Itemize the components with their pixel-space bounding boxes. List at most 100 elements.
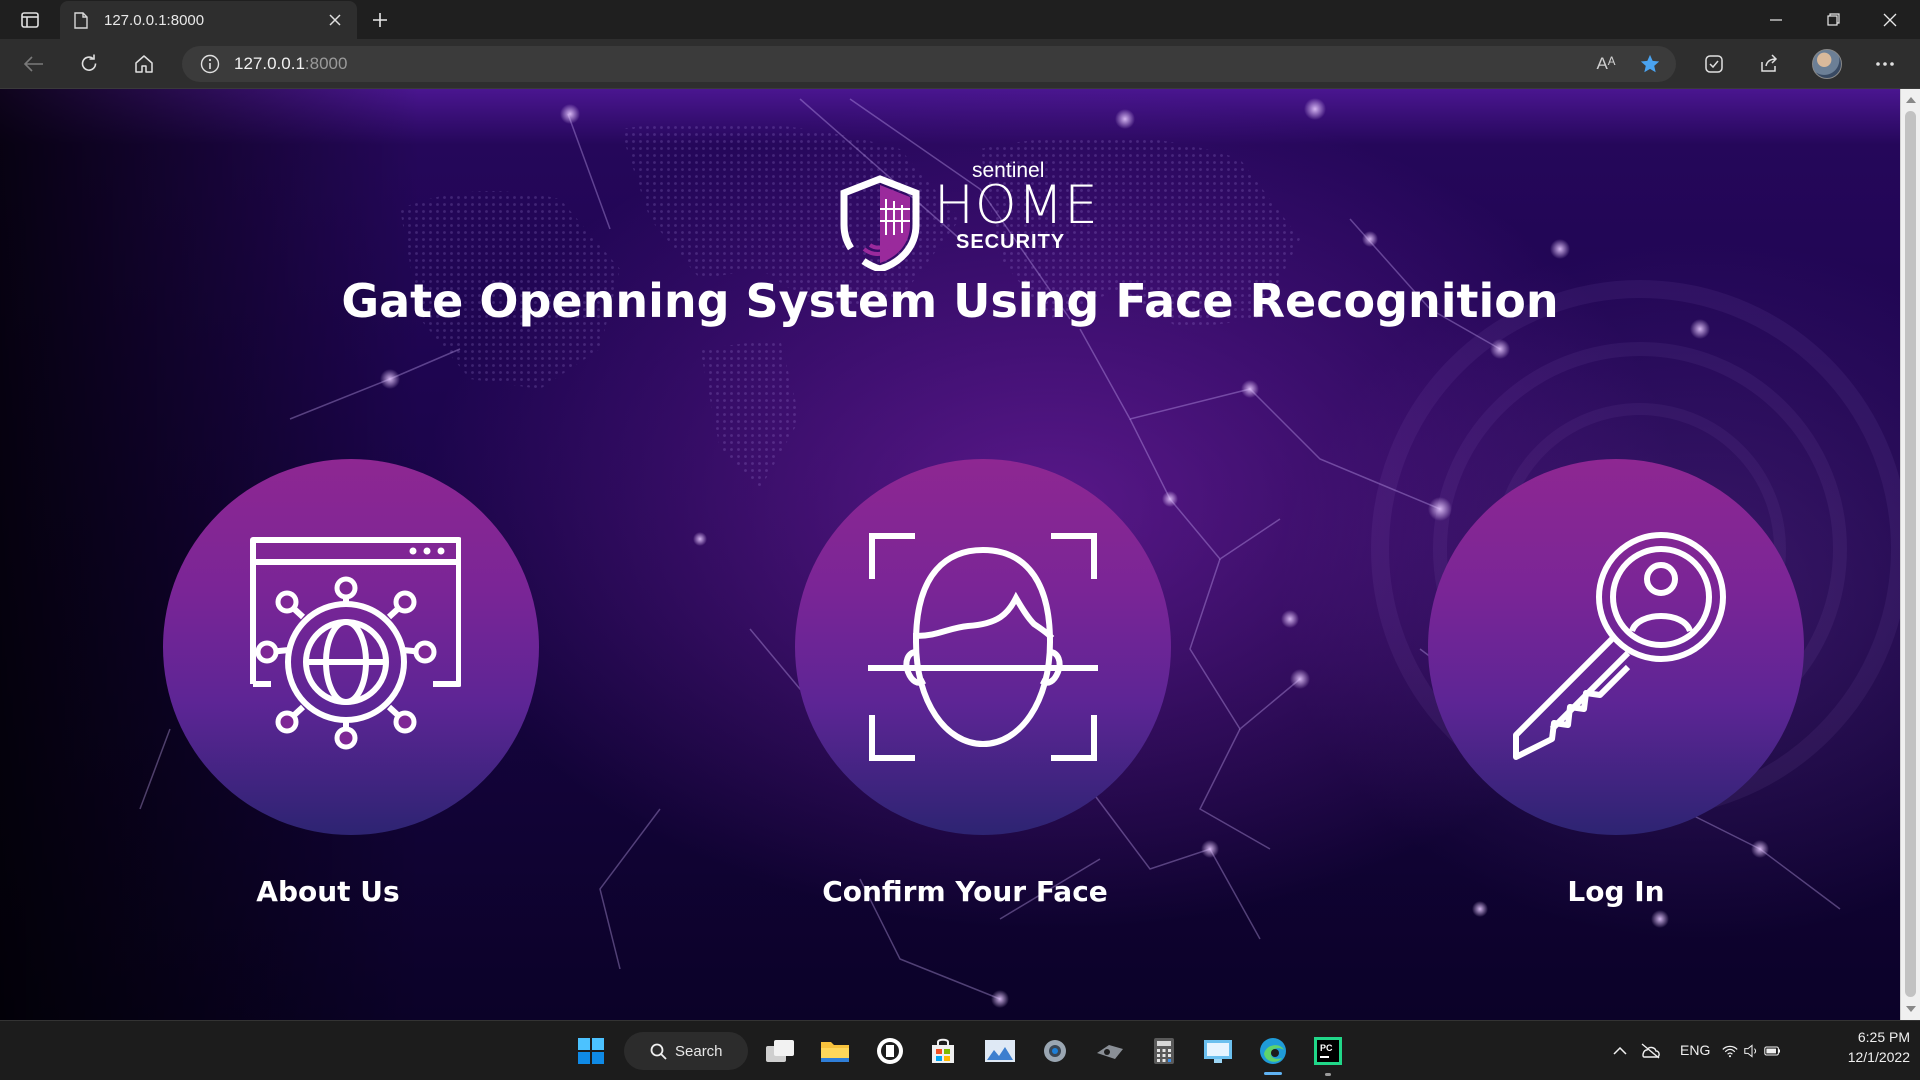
- scroll-up-icon[interactable]: [1906, 97, 1916, 103]
- info-icon: [200, 54, 220, 74]
- search-icon: [650, 1043, 667, 1060]
- svg-text:PC: PC: [1320, 1043, 1333, 1053]
- clock-time: 6:25 PM: [1857, 1029, 1910, 1045]
- edge-icon: [1260, 1038, 1286, 1064]
- page-scrollbar[interactable]: [1900, 89, 1920, 1020]
- url-port: :8000: [304, 54, 348, 73]
- browser-tab[interactable]: 127.0.0.1:8000: [60, 1, 357, 39]
- language-indicator[interactable]: ENG: [1680, 1042, 1710, 1058]
- page-title: Gate Openning System Using Face Recognit…: [341, 274, 1559, 328]
- remote-desktop-icon: [1204, 1040, 1232, 1063]
- settings-more-button[interactable]: [1867, 47, 1903, 81]
- running-app-indicator: [1325, 1073, 1331, 1076]
- logo-security-text: SECURITY: [956, 231, 1066, 253]
- user-key-icon: [1513, 532, 1726, 760]
- back-button[interactable]: [16, 47, 52, 81]
- star-icon: [1640, 54, 1660, 73]
- sentinel-home-security-logo: sentinel HOME SECURITY: [838, 159, 1099, 271]
- active-app-indicator: [1264, 1072, 1282, 1075]
- task-view-icon: [766, 1040, 794, 1062]
- task-view-button[interactable]: [760, 1031, 800, 1071]
- browser-essentials-button[interactable]: [1696, 47, 1732, 81]
- clock-date: 12/1/2022: [1847, 1049, 1910, 1065]
- remote-desktop-button[interactable]: [1198, 1031, 1238, 1071]
- logo-home-text: HOME: [934, 175, 1099, 236]
- photos-icon: [985, 1040, 1015, 1062]
- microsoft-store-button[interactable]: [923, 1031, 963, 1071]
- onedrive-button[interactable]: [1632, 1031, 1668, 1071]
- screen: 127.0.0.1:8000 127.0.0.1:8000 Aᴬ sentine…: [0, 0, 1920, 1080]
- globe-network-window-icon: [250, 537, 461, 750]
- face-scan-icon: [868, 533, 1098, 761]
- clock[interactable]: 6:25 PM 12/1/2022: [1820, 1029, 1910, 1073]
- close-icon: [1883, 13, 1897, 26]
- refresh-icon: [81, 54, 97, 71]
- shield-heart-icon: [1705, 55, 1723, 73]
- restore-icon: [1826, 13, 1840, 26]
- battery-icon: [1764, 1046, 1781, 1056]
- photos-button[interactable]: [980, 1031, 1020, 1071]
- gear-icon: [1044, 1040, 1066, 1062]
- plus-icon: [373, 13, 387, 27]
- browser-titlebar: 127.0.0.1:8000: [0, 0, 1920, 39]
- start-button[interactable]: [571, 1031, 611, 1071]
- app-button-1[interactable]: [870, 1031, 910, 1071]
- tab-actions-icon: [21, 12, 39, 28]
- home-icon: [135, 55, 153, 73]
- close-icon: [329, 14, 341, 26]
- tab-actions-button[interactable]: [10, 7, 50, 33]
- pycharm-button[interactable]: PC: [1308, 1031, 1348, 1071]
- search-label: Search: [675, 1042, 723, 1060]
- log-in-label[interactable]: Log In: [1416, 875, 1816, 908]
- window-close-button[interactable]: [1862, 0, 1918, 39]
- windows-taskbar: Search PC ENG 6:25 PM 12/1/2022: [0, 1020, 1920, 1080]
- restore-button[interactable]: [1805, 0, 1861, 39]
- arrow-left-icon: [24, 56, 43, 72]
- share-icon: [1761, 54, 1778, 72]
- about-us-button[interactable]: [163, 459, 539, 835]
- taskbar-search[interactable]: Search: [624, 1032, 748, 1070]
- pycharm-icon: PC: [1314, 1037, 1342, 1065]
- chevron-up-icon: [1613, 1047, 1627, 1055]
- confirm-your-face-button[interactable]: [795, 459, 1171, 835]
- store-icon: [932, 1038, 954, 1063]
- file-explorer-button[interactable]: [815, 1031, 855, 1071]
- home-button[interactable]: [126, 47, 162, 81]
- refresh-button[interactable]: [71, 47, 107, 81]
- mail-app-icon: [877, 1038, 903, 1064]
- calculator-icon: [1154, 1038, 1174, 1064]
- quick-settings-button[interactable]: [1722, 1031, 1782, 1071]
- game-app-icon: [1097, 1045, 1123, 1059]
- read-aloud-button[interactable]: Aᴬ: [1588, 47, 1624, 81]
- settings-button[interactable]: [1035, 1031, 1075, 1071]
- minimize-icon: [1770, 18, 1782, 21]
- log-in-button[interactable]: [1428, 459, 1804, 835]
- edge-browser-button[interactable]: [1253, 1031, 1293, 1071]
- tab-title: 127.0.0.1:8000: [104, 11, 205, 29]
- tab-close-button[interactable]: [325, 10, 345, 30]
- folder-icon: [821, 1042, 849, 1062]
- address-bar[interactable]: 127.0.0.1:8000: [182, 46, 1676, 82]
- new-tab-button[interactable]: [366, 7, 394, 33]
- page-icon: [72, 11, 90, 29]
- about-us-label[interactable]: About Us: [128, 875, 528, 908]
- share-button[interactable]: [1751, 47, 1787, 81]
- wifi-icon: [1722, 1045, 1738, 1058]
- favorite-button[interactable]: [1632, 47, 1668, 81]
- browser-toolbar: 127.0.0.1:8000 Aᴬ: [0, 39, 1920, 89]
- minimize-button[interactable]: [1748, 0, 1804, 39]
- profile-avatar[interactable]: [1812, 49, 1842, 79]
- cloud-offline-icon: [1641, 1043, 1660, 1059]
- calculator-button[interactable]: [1144, 1031, 1184, 1071]
- windows-logo-icon: [578, 1038, 604, 1064]
- web-page: sentinel HOME SECURITY Gate Openning Sys…: [0, 89, 1900, 1020]
- shield-icon: [840, 175, 920, 271]
- app-button-2[interactable]: [1090, 1031, 1130, 1071]
- scrollbar-thumb[interactable]: [1905, 111, 1916, 997]
- more-icon: [1876, 62, 1894, 66]
- confirm-your-face-label[interactable]: Confirm Your Face: [765, 875, 1165, 908]
- url-host: 127.0.0.1: [234, 54, 305, 73]
- read-aloud-icon: Aᴬ: [1596, 54, 1616, 73]
- volume-icon: [1744, 1044, 1757, 1058]
- scroll-down-icon[interactable]: [1906, 1006, 1916, 1012]
